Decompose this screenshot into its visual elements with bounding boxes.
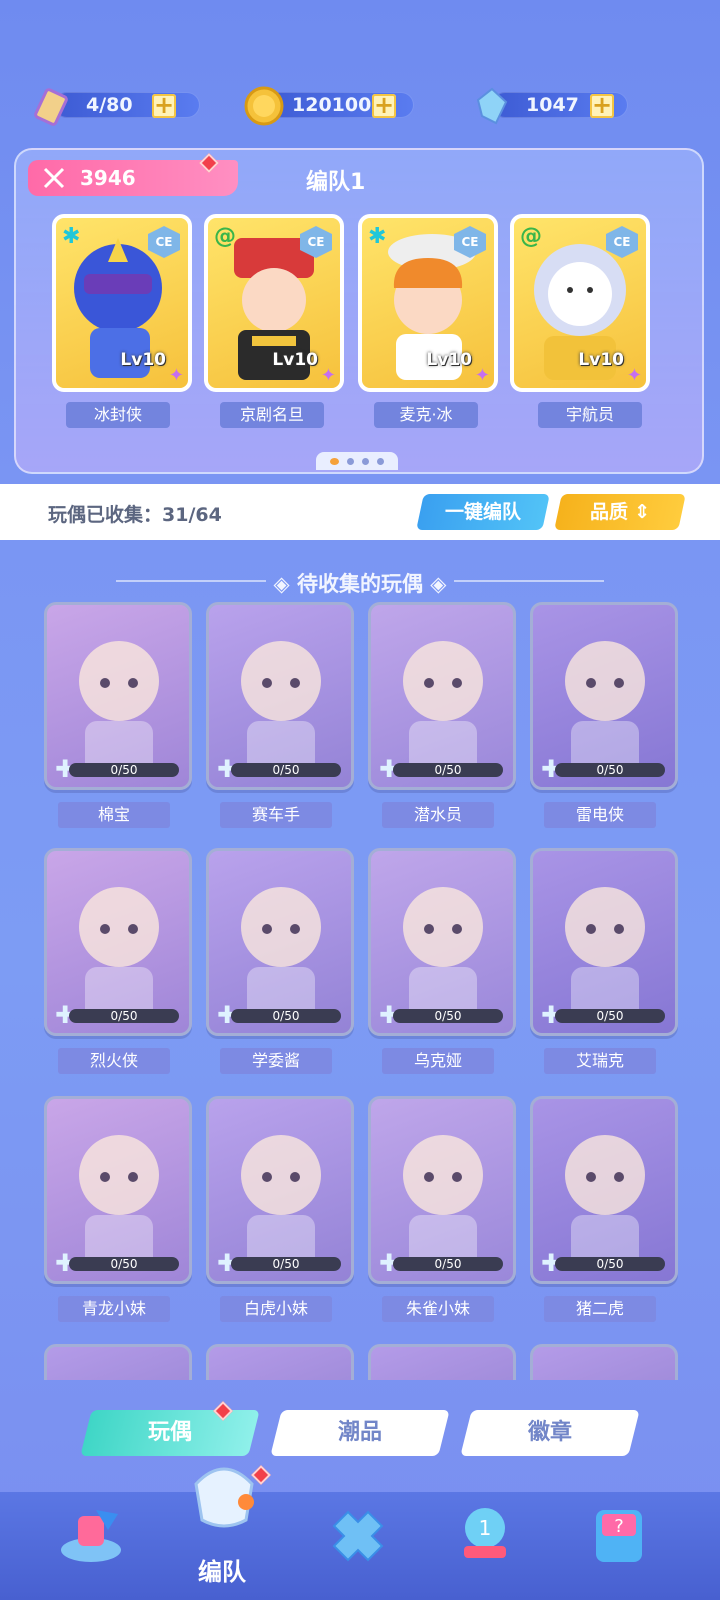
team-member-name: 麦克·冰 <box>374 402 478 428</box>
star-icon: ✦ <box>168 365 184 386</box>
collection-bar: 玩偶已收集：31/64 一键编队 品质 ⇕ <box>0 484 720 540</box>
add-stamina-button[interactable]: + <box>152 93 176 118</box>
snowflake-icon: ✱ <box>368 224 387 249</box>
doll-name: 青龙小妹 <box>58 1296 170 1322</box>
doll-name: 艾瑞克 <box>544 1048 656 1074</box>
coin-icon <box>244 86 284 126</box>
team-slot-2[interactable]: @ CE Lv10 ✦ <box>204 214 344 392</box>
team-page-indicator[interactable] <box>316 452 398 470</box>
doll-card[interactable]: ✚ 0/50 <box>206 848 354 1036</box>
team-member-level: Lv10 <box>120 350 166 370</box>
doll-progress: 0/50 <box>231 763 341 777</box>
add-gems-button[interactable]: + <box>590 93 614 118</box>
doll-card[interactable]: ✚ 0/50 <box>530 848 678 1036</box>
sort-arrows-icon: ⇕ <box>634 501 651 523</box>
team-slot-3[interactable]: ✱ CE Lv10 ✦ <box>358 214 498 392</box>
doll-name: 雷电侠 <box>544 802 656 828</box>
svg-text:?: ? <box>614 1516 624 1537</box>
doll-progress: 0/50 <box>555 1009 665 1023</box>
team-member-name: 冰封侠 <box>66 402 170 428</box>
doll-progress: 0/50 <box>231 1009 341 1023</box>
svg-text:1: 1 <box>479 1516 492 1540</box>
doll-progress: 0/50 <box>555 1257 665 1271</box>
team-title: 编队1 <box>306 170 366 195</box>
coins-value: 120100 <box>292 94 372 116</box>
nav-puzzle-icon[interactable] <box>322 1500 392 1570</box>
doll-progress: 0/50 <box>69 763 179 777</box>
doll-card-partial[interactable] <box>206 1344 354 1380</box>
doll-name: 朱雀小妹 <box>382 1296 494 1322</box>
doll-name: 白虎小妹 <box>220 1296 332 1322</box>
nav-team-icon[interactable] <box>176 1444 272 1540</box>
swords-icon <box>43 167 65 189</box>
doll-progress: 0/50 <box>393 763 503 777</box>
doll-card-partial[interactable] <box>368 1344 516 1380</box>
doll-progress: 0/50 <box>393 1009 503 1023</box>
doll-progress: 0/50 <box>393 1257 503 1271</box>
team-member-level: Lv10 <box>578 350 624 370</box>
doll-name: 赛车手 <box>220 802 332 828</box>
team-member-name: 宇航员 <box>538 402 642 428</box>
doll-name: 棉宝 <box>58 802 170 828</box>
doll-card[interactable]: ✚ 0/50 <box>44 602 192 790</box>
doll-progress: 0/50 <box>69 1257 179 1271</box>
snowflake-icon: ✱ <box>62 224 81 249</box>
doll-card[interactable]: ✚ 0/50 <box>368 1096 516 1284</box>
quality-sort-button[interactable]: 品质 ⇕ <box>554 494 686 530</box>
doll-card[interactable]: ✚ 0/50 <box>44 1096 192 1284</box>
star-icon: ✦ <box>474 365 490 386</box>
ticket-icon <box>34 88 68 126</box>
team-power-value: 3946 <box>80 166 136 190</box>
team-member-name: 京剧名旦 <box>220 402 324 428</box>
nav-trophy-icon[interactable]: 1 <box>450 1500 520 1570</box>
nav-play-icon[interactable] <box>56 1500 126 1570</box>
tab-badges[interactable]: 徽章 <box>460 1410 640 1456</box>
doll-name: 潜水员 <box>382 802 494 828</box>
crystal-icon <box>476 87 508 125</box>
doll-card[interactable]: ✚ 0/50 <box>44 848 192 1036</box>
team-slot-4[interactable]: @ CE Lv10 ✦ <box>510 214 650 392</box>
doll-progress: 0/50 <box>231 1257 341 1271</box>
category-tabs: 玩偶 潮品 徽章 <box>0 1401 720 1460</box>
doll-name: 烈火侠 <box>58 1048 170 1074</box>
doll-card[interactable]: ✚ 0/50 <box>368 602 516 790</box>
doll-progress: 0/50 <box>555 763 665 777</box>
team-member-level: Lv10 <box>426 350 472 370</box>
nav-mystery-box-icon[interactable]: ? <box>584 1500 654 1570</box>
add-coins-button[interactable]: + <box>372 93 396 118</box>
doll-card[interactable]: ✚ 0/50 <box>530 602 678 790</box>
doll-card[interactable]: ✚ 0/50 <box>206 602 354 790</box>
auto-team-button[interactable]: 一键编队 <box>416 494 550 530</box>
collection-count: 玩偶已收集：31/64 <box>48 504 222 526</box>
stamina-value: 4/80 <box>86 94 133 116</box>
doll-progress: 0/50 <box>69 1009 179 1023</box>
doll-card-partial[interactable] <box>530 1344 678 1380</box>
swirl-icon: @ <box>214 224 236 249</box>
doll-name: 学委酱 <box>220 1048 332 1074</box>
swirl-icon: @ <box>520 224 542 249</box>
team-slot-1[interactable]: ✱ CE Lv10 ✦ <box>52 214 192 392</box>
uncollected-section-title: ◈ 待收集的玩偶 ◈ <box>273 572 447 596</box>
star-icon: ✦ <box>320 365 336 386</box>
doll-name: 乌克娅 <box>382 1048 494 1074</box>
doll-card-partial[interactable] <box>44 1344 192 1380</box>
tab-trendy-items[interactable]: 潮品 <box>270 1410 450 1456</box>
doll-card[interactable]: ✚ 0/50 <box>530 1096 678 1284</box>
doll-card[interactable]: ✚ 0/50 <box>368 848 516 1036</box>
doll-name: 猪二虎 <box>544 1296 656 1322</box>
gems-value: 1047 <box>526 94 579 116</box>
doll-card[interactable]: ✚ 0/50 <box>206 1096 354 1284</box>
team-member-level: Lv10 <box>272 350 318 370</box>
star-icon: ✦ <box>626 365 642 386</box>
nav-team-label: 编队 <box>198 1558 246 1586</box>
